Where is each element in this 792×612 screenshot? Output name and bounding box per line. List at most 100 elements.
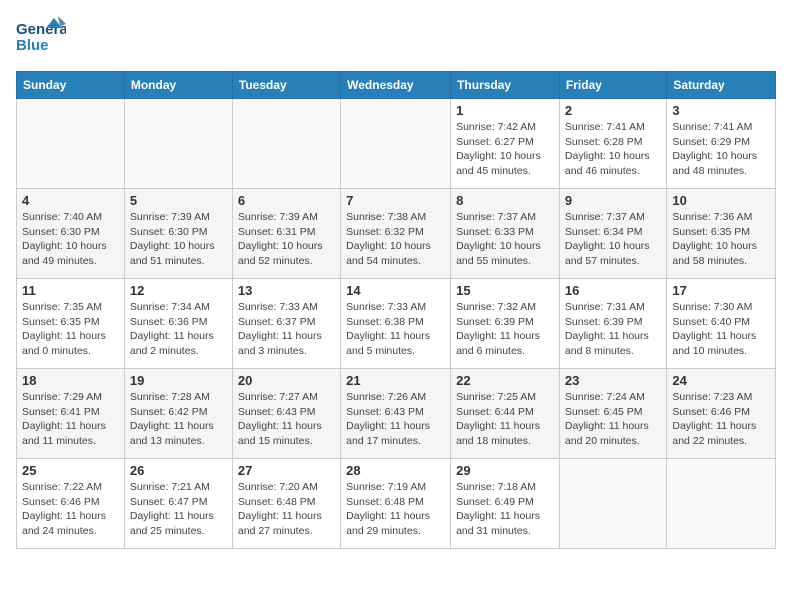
day-number: 11 — [22, 283, 119, 298]
weekday-header-wednesday: Wednesday — [341, 72, 451, 99]
calendar-cell — [559, 459, 666, 549]
day-info: Sunrise: 7:39 AM Sunset: 6:31 PM Dayligh… — [238, 210, 335, 269]
day-info: Sunrise: 7:33 AM Sunset: 6:37 PM Dayligh… — [238, 300, 335, 359]
day-info: Sunrise: 7:34 AM Sunset: 6:36 PM Dayligh… — [130, 300, 227, 359]
calendar-cell: 1 Sunrise: 7:42 AM Sunset: 6:27 PM Daylig… — [451, 99, 560, 189]
calendar-cell: 27 Sunrise: 7:20 AM Sunset: 6:48 PM Dayli… — [232, 459, 340, 549]
calendar-cell: 5Sunrise: 7:39 AM Sunset: 6:30 PM Daylig… — [124, 189, 232, 279]
day-info: Sunrise: 7:35 AM Sunset: 6:35 PM Dayligh… — [22, 300, 119, 359]
day-number: 9 — [565, 193, 661, 208]
weekday-header-thursday: Thursday — [451, 72, 560, 99]
calendar-cell: 7 Sunrise: 7:38 AM Sunset: 6:32 PM Daylig… — [341, 189, 451, 279]
day-number: 17 — [672, 283, 770, 298]
logo-svg: General Blue — [16, 16, 66, 61]
calendar-cell: 3Sunrise: 7:41 AM Sunset: 6:29 PM Daylig… — [667, 99, 776, 189]
day-info: Sunrise: 7:42 AM Sunset: 6:27 PM Dayligh… — [456, 120, 554, 179]
day-number: 3 — [672, 103, 770, 118]
calendar-cell: 11 Sunrise: 7:35 AM Sunset: 6:35 PM Dayli… — [17, 279, 125, 369]
svg-text:Blue: Blue — [16, 37, 49, 54]
day-number: 15 — [456, 283, 554, 298]
page-header: General Blue — [16, 16, 776, 61]
day-number: 14 — [346, 283, 445, 298]
svg-text:General: General — [16, 21, 66, 38]
calendar-cell: 6 Sunrise: 7:39 AM Sunset: 6:31 PM Daylig… — [232, 189, 340, 279]
weekday-header-friday: Friday — [559, 72, 666, 99]
calendar-cell: 25 Sunrise: 7:22 AM Sunset: 6:46 PM Dayli… — [17, 459, 125, 549]
weekday-header-monday: Monday — [124, 72, 232, 99]
calendar-cell: 23Sunrise: 7:24 AM Sunset: 6:45 PM Dayli… — [559, 369, 666, 459]
day-number: 22 — [456, 373, 554, 388]
calendar-cell: 20 Sunrise: 7:27 AM Sunset: 6:43 PM Dayli… — [232, 369, 340, 459]
calendar-cell: 26 Sunrise: 7:21 AM Sunset: 6:47 PM Dayli… — [124, 459, 232, 549]
day-info: Sunrise: 7:28 AM Sunset: 6:42 PM Dayligh… — [130, 390, 227, 449]
day-info: Sunrise: 7:32 AM Sunset: 6:39 PM Dayligh… — [456, 300, 554, 359]
day-number: 26 — [130, 463, 227, 478]
day-number: 24 — [672, 373, 770, 388]
calendar-cell: 24 Sunrise: 7:23 AM Sunset: 6:46 PM Dayli… — [667, 369, 776, 459]
calendar-cell: 15 Sunrise: 7:32 AM Sunset: 6:39 PM Dayli… — [451, 279, 560, 369]
calendar-cell: 21Sunrise: 7:26 AM Sunset: 6:43 PM Dayli… — [341, 369, 451, 459]
day-info: Sunrise: 7:20 AM Sunset: 6:48 PM Dayligh… — [238, 480, 335, 539]
calendar-cell: 9Sunrise: 7:37 AM Sunset: 6:34 PM Daylig… — [559, 189, 666, 279]
calendar-cell: 17 Sunrise: 7:30 AM Sunset: 6:40 PM Dayli… — [667, 279, 776, 369]
day-info: Sunrise: 7:33 AM Sunset: 6:38 PM Dayligh… — [346, 300, 445, 359]
calendar-week-row: 11 Sunrise: 7:35 AM Sunset: 6:35 PM Dayli… — [17, 279, 776, 369]
day-number: 6 — [238, 193, 335, 208]
day-info: Sunrise: 7:36 AM Sunset: 6:35 PM Dayligh… — [672, 210, 770, 269]
weekday-header-row: SundayMondayTuesdayWednesdayThursdayFrid… — [17, 72, 776, 99]
day-info: Sunrise: 7:18 AM Sunset: 6:49 PM Dayligh… — [456, 480, 554, 539]
day-info: Sunrise: 7:38 AM Sunset: 6:32 PM Dayligh… — [346, 210, 445, 269]
calendar-cell: 28Sunrise: 7:19 AM Sunset: 6:48 PM Dayli… — [341, 459, 451, 549]
calendar-cell: 14 Sunrise: 7:33 AM Sunset: 6:38 PM Dayli… — [341, 279, 451, 369]
day-number: 20 — [238, 373, 335, 388]
day-info: Sunrise: 7:22 AM Sunset: 6:46 PM Dayligh… — [22, 480, 119, 539]
calendar-cell: 19 Sunrise: 7:28 AM Sunset: 6:42 PM Dayli… — [124, 369, 232, 459]
calendar-cell — [667, 459, 776, 549]
day-number: 4 — [22, 193, 119, 208]
calendar-cell: 2 Sunrise: 7:41 AM Sunset: 6:28 PM Daylig… — [559, 99, 666, 189]
day-number: 2 — [565, 103, 661, 118]
calendar-cell — [17, 99, 125, 189]
day-info: Sunrise: 7:21 AM Sunset: 6:47 PM Dayligh… — [130, 480, 227, 539]
calendar-cell — [124, 99, 232, 189]
calendar-cell: 18Sunrise: 7:29 AM Sunset: 6:41 PM Dayli… — [17, 369, 125, 459]
day-number: 25 — [22, 463, 119, 478]
day-number: 29 — [456, 463, 554, 478]
day-number: 13 — [238, 283, 335, 298]
day-info: Sunrise: 7:25 AM Sunset: 6:44 PM Dayligh… — [456, 390, 554, 449]
day-number: 1 — [456, 103, 554, 118]
calendar-cell — [341, 99, 451, 189]
calendar-cell: 8 Sunrise: 7:37 AM Sunset: 6:33 PM Daylig… — [451, 189, 560, 279]
day-number: 27 — [238, 463, 335, 478]
calendar-cell: 10 Sunrise: 7:36 AM Sunset: 6:35 PM Dayli… — [667, 189, 776, 279]
day-number: 7 — [346, 193, 445, 208]
day-info: Sunrise: 7:40 AM Sunset: 6:30 PM Dayligh… — [22, 210, 119, 269]
day-info: Sunrise: 7:41 AM Sunset: 6:28 PM Dayligh… — [565, 120, 661, 179]
calendar-cell: 22 Sunrise: 7:25 AM Sunset: 6:44 PM Dayli… — [451, 369, 560, 459]
day-number: 12 — [130, 283, 227, 298]
day-number: 18 — [22, 373, 119, 388]
day-number: 8 — [456, 193, 554, 208]
weekday-header-sunday: Sunday — [17, 72, 125, 99]
weekday-header-tuesday: Tuesday — [232, 72, 340, 99]
day-number: 21 — [346, 373, 445, 388]
calendar-week-row: 4 Sunrise: 7:40 AM Sunset: 6:30 PM Daylig… — [17, 189, 776, 279]
calendar-cell: 12 Sunrise: 7:34 AM Sunset: 6:36 PM Dayli… — [124, 279, 232, 369]
day-number: 28 — [346, 463, 445, 478]
calendar-week-row: 25 Sunrise: 7:22 AM Sunset: 6:46 PM Dayli… — [17, 459, 776, 549]
weekday-header-saturday: Saturday — [667, 72, 776, 99]
day-number: 19 — [130, 373, 227, 388]
day-info: Sunrise: 7:37 AM Sunset: 6:33 PM Dayligh… — [456, 210, 554, 269]
day-info: Sunrise: 7:30 AM Sunset: 6:40 PM Dayligh… — [672, 300, 770, 359]
day-number: 16 — [565, 283, 661, 298]
day-number: 23 — [565, 373, 661, 388]
day-info: Sunrise: 7:23 AM Sunset: 6:46 PM Dayligh… — [672, 390, 770, 449]
day-number: 10 — [672, 193, 770, 208]
logo: General Blue — [16, 16, 66, 61]
day-info: Sunrise: 7:27 AM Sunset: 6:43 PM Dayligh… — [238, 390, 335, 449]
calendar-cell: 16Sunrise: 7:31 AM Sunset: 6:39 PM Dayli… — [559, 279, 666, 369]
day-info: Sunrise: 7:39 AM Sunset: 6:30 PM Dayligh… — [130, 210, 227, 269]
calendar-cell: 13 Sunrise: 7:33 AM Sunset: 6:37 PM Dayli… — [232, 279, 340, 369]
calendar-table: SundayMondayTuesdayWednesdayThursdayFrid… — [16, 71, 776, 549]
calendar-week-row: 1 Sunrise: 7:42 AM Sunset: 6:27 PM Daylig… — [17, 99, 776, 189]
